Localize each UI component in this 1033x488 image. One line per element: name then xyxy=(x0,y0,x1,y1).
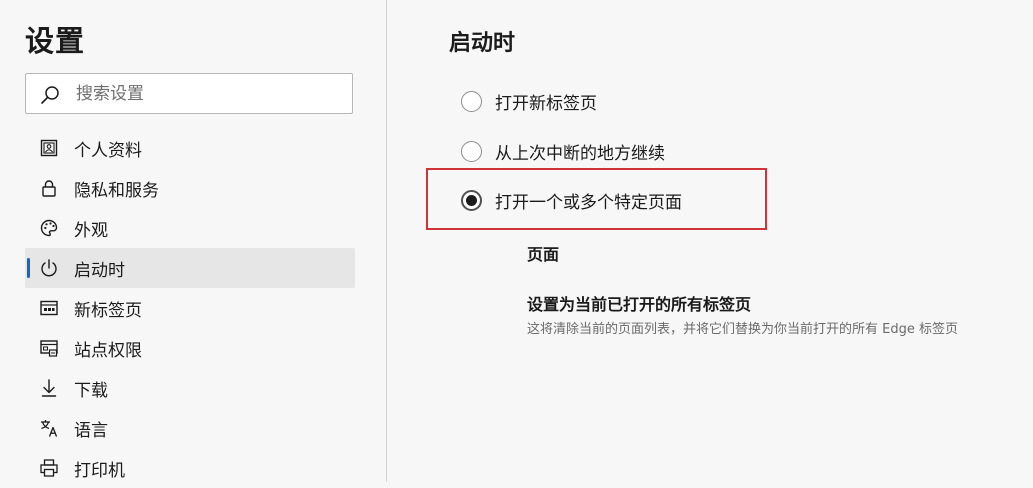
main-content: 启动时 打开新标签页 从上次中断的地方继续 打开一个或多个特定页面 页面 设置为… xyxy=(387,0,1033,482)
sidebar-item-label: 启动时 xyxy=(74,260,125,281)
sidebar-item-label: 个人资料 xyxy=(74,140,142,161)
search-icon xyxy=(41,86,59,104)
new-tab-icon xyxy=(40,300,58,316)
sidebar-item-privacy[interactable]: 隐私和服务 xyxy=(25,168,355,208)
sidebar-item-label: 打印机 xyxy=(74,460,125,481)
radio-button[interactable] xyxy=(461,90,482,112)
language-icon xyxy=(41,420,58,437)
section-title: 启动时 xyxy=(449,31,516,56)
sidebar-item-appearance[interactable]: 外观 xyxy=(25,208,355,248)
radio-continue-where-left-off[interactable]: 从上次中断的地方继续 xyxy=(461,136,665,166)
radio-open-specific-pages[interactable]: 打开一个或多个特定页面 xyxy=(461,185,682,215)
search-box[interactable] xyxy=(25,73,353,114)
sidebar-item-profile[interactable]: 个人资料 xyxy=(25,128,355,168)
power-icon xyxy=(41,259,57,277)
sidebar-item-downloads[interactable]: 下载 xyxy=(25,368,355,408)
set-current-tabs-link[interactable]: 设置为当前已打开的所有标签页 xyxy=(527,291,751,315)
sidebar-item-label: 站点权限 xyxy=(74,340,142,361)
set-current-tabs-description: 这将清除当前的页面列表，并将它们替换为你当前打开的所有 Edge 标签页 xyxy=(527,322,958,337)
sidebar-item-new-tab[interactable]: 新标签页 xyxy=(25,288,355,328)
sidebar-item-languages[interactable]: 语言 xyxy=(25,408,355,448)
sidebar-item-label: 语言 xyxy=(74,420,108,441)
profile-icon xyxy=(40,139,58,157)
radio-open-new-tab[interactable]: 打开新标签页 xyxy=(461,86,597,116)
download-icon xyxy=(41,379,57,397)
lock-icon xyxy=(42,180,56,197)
printer-icon xyxy=(40,459,58,477)
sidebar-item-label: 新标签页 xyxy=(74,300,142,321)
search-input[interactable] xyxy=(76,74,346,113)
sidebar-item-site-permissions[interactable]: 站点权限 xyxy=(25,328,355,368)
site-permissions-icon xyxy=(40,340,58,357)
sidebar-nav: 个人资料 隐私和服务 外观 启动时 新标签页 站点权限 下载 语言 打印机 xyxy=(25,128,355,488)
sidebar-item-label: 下载 xyxy=(74,380,108,401)
radio-label: 打开一个或多个特定页面 xyxy=(495,192,682,213)
sidebar-item-label: 隐私和服务 xyxy=(74,180,159,201)
sidebar-item-printers[interactable]: 打印机 xyxy=(25,448,355,488)
pages-heading: 页面 xyxy=(527,245,560,264)
sidebar: 设置 个人资料 隐私和服务 xyxy=(0,0,387,482)
radio-label: 打开新标签页 xyxy=(495,93,597,114)
radio-button[interactable] xyxy=(461,140,482,162)
radio-label: 从上次中断的地方继续 xyxy=(495,143,665,164)
sidebar-item-on-startup[interactable]: 启动时 xyxy=(25,248,355,288)
settings-title: 设置 xyxy=(25,24,86,58)
palette-icon xyxy=(40,219,58,237)
sidebar-item-label: 外观 xyxy=(74,220,108,241)
radio-button-selected[interactable] xyxy=(461,189,482,211)
